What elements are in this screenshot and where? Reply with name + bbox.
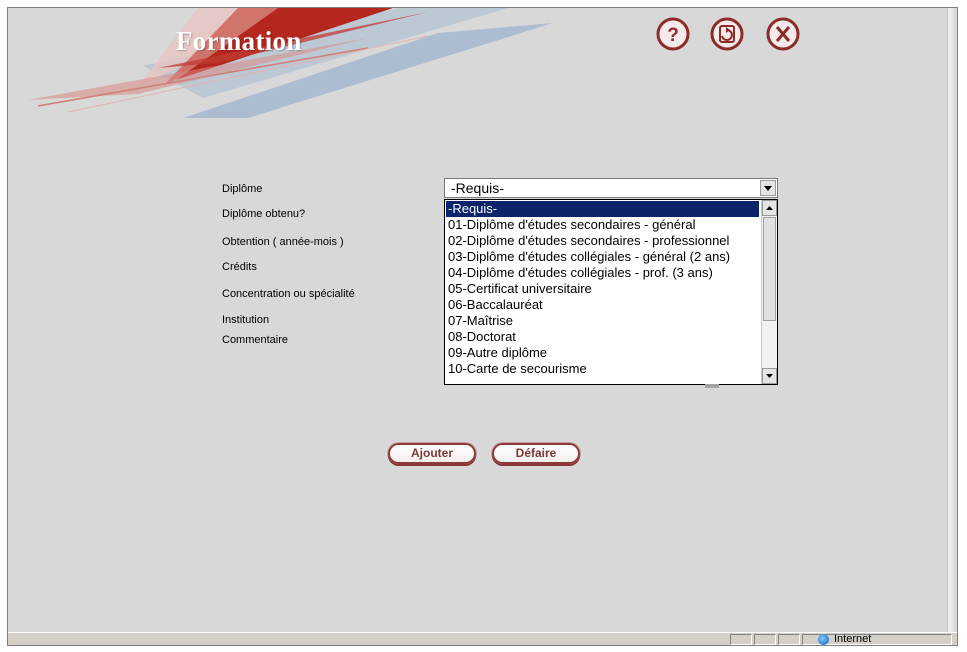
status-bar: Internet [8, 632, 957, 645]
label-obtention: Obtention ( année-mois ) [222, 236, 344, 248]
dropdown-option[interactable]: -Requis- [446, 201, 759, 217]
diplome-select[interactable]: -Requis- [444, 178, 778, 198]
zone-label: Internet [834, 633, 872, 645]
dropdown-option[interactable]: 01-Diplôme d'études secondaires - généra… [446, 217, 759, 233]
page-content: Formation ? Diplôme Diplôme obtenu? Obte… [8, 8, 953, 632]
label-concentration: Concentration ou spécialité [222, 288, 355, 300]
dropdown-option[interactable]: 04-Diplôme d'études collégiales - prof. … [446, 265, 759, 281]
refresh-icon[interactable] [710, 17, 744, 51]
globe-icon [818, 634, 829, 645]
browser-window: Formation ? Diplôme Diplôme obtenu? Obte… [7, 7, 958, 646]
hidden-control-edge [705, 384, 719, 388]
close-icon[interactable] [766, 17, 800, 51]
chevron-down-icon[interactable] [760, 180, 776, 196]
scroll-down-icon[interactable] [762, 368, 777, 384]
diplome-select-value: -Requis- [451, 180, 504, 196]
help-icon[interactable]: ? [656, 17, 690, 51]
label-diplome: Diplôme [222, 183, 263, 195]
dropdown-option[interactable]: 03-Diplôme d'études collégiales - généra… [446, 249, 759, 265]
dropdown-option[interactable]: 06-Baccalauréat [446, 297, 759, 313]
label-credits: Crédits [222, 261, 257, 273]
defaire-button-label: Défaire [515, 446, 557, 460]
page-title: Formation [176, 26, 302, 56]
dropdown-scrollbar[interactable] [761, 200, 777, 384]
dropdown-option[interactable]: 10-Carte de secourisme [446, 361, 759, 377]
dropdown-option[interactable]: 05-Certificat universitaire [446, 281, 759, 297]
banner-graphic [28, 8, 553, 118]
ajouter-button[interactable]: Ajouter [386, 441, 478, 466]
label-institution: Institution [222, 314, 270, 326]
status-panel [754, 634, 776, 645]
status-panel [730, 634, 752, 645]
dropdown-option[interactable]: 08-Doctorat [446, 329, 759, 345]
scroll-thumb[interactable] [763, 217, 776, 321]
dropdown-option[interactable]: 09-Autre diplôme [446, 345, 759, 361]
label-commentaire: Commentaire [222, 334, 289, 346]
defaire-button[interactable]: Défaire [490, 441, 582, 466]
ajouter-button-label: Ajouter [411, 446, 453, 460]
label-diplome-obtenu: Diplôme obtenu? [222, 208, 306, 220]
status-panel [778, 634, 800, 645]
dropdown-option[interactable]: 07-Maîtrise [446, 313, 759, 329]
scroll-up-icon[interactable] [762, 200, 777, 216]
dropdown-option[interactable]: 02-Diplôme d'études secondaires - profes… [446, 233, 759, 249]
svg-text:?: ? [667, 25, 679, 46]
page-scrollbar[interactable] [947, 8, 953, 632]
diplome-dropdown-list: -Requis- 01-Diplôme d'études secondaires… [444, 199, 778, 385]
